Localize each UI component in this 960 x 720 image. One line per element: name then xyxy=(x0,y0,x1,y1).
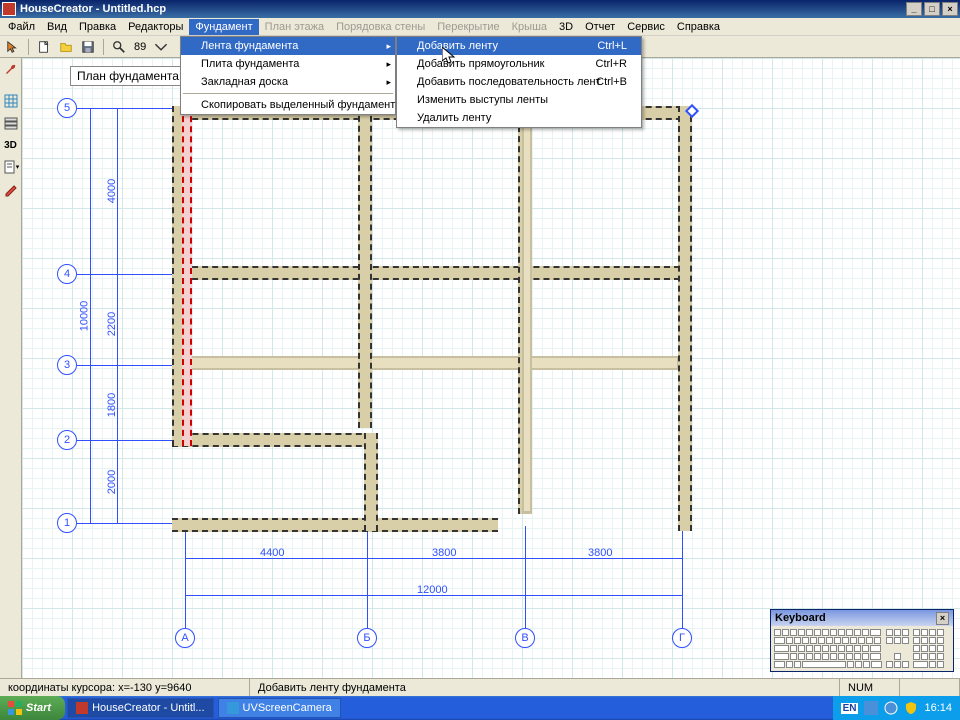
dim-label: 2200 xyxy=(106,312,118,336)
menu-roof[interactable]: Крыша xyxy=(506,19,553,35)
system-tray[interactable]: EN 16:14 xyxy=(833,696,960,720)
status-hint: Добавить ленту фундамента xyxy=(250,679,840,696)
menu-walls[interactable]: Порядовка стены xyxy=(330,19,431,35)
tray-icon[interactable] xyxy=(864,701,878,715)
dim-label: 12000 xyxy=(417,584,448,596)
taskbar-app-housecreator[interactable]: HouseCreator - Untitl... xyxy=(67,698,213,718)
menu-copy-foundation[interactable]: Скопировать выделенный фундамент xyxy=(181,96,395,114)
axis-label: Г xyxy=(672,628,692,648)
menu-board[interactable]: Закладная доска▸ xyxy=(181,73,395,91)
foundation-menu: Лента фундамента▸ Плита фундамента▸ Закл… xyxy=(180,36,396,115)
windows-flag-icon xyxy=(8,701,22,715)
clock[interactable]: 16:14 xyxy=(924,702,952,714)
axis-label: 3 xyxy=(57,355,77,375)
menu-view[interactable]: Вид xyxy=(41,19,73,35)
axis-label: В xyxy=(515,628,535,648)
wrench-icon[interactable] xyxy=(2,60,20,78)
close-button[interactable]: × xyxy=(942,2,958,16)
strip-submenu: Добавить лентуCtrl+L Добавить прямоуголь… xyxy=(396,36,642,128)
start-button[interactable]: Start xyxy=(0,696,65,720)
menu-add-rect[interactable]: Добавить прямоугольникCtrl+R xyxy=(397,55,641,73)
scale-dropdown-icon[interactable] xyxy=(152,38,170,56)
lang-indicator[interactable]: EN xyxy=(841,703,859,714)
dim-label: 1800 xyxy=(106,393,118,417)
menu-overlap[interactable]: Перекрытие xyxy=(431,19,505,35)
menu-file[interactable]: Файл xyxy=(2,19,41,35)
axis-label: 2 xyxy=(57,430,77,450)
start-label: Start xyxy=(26,702,51,714)
menu-strip-foundation[interactable]: Лента фундамента▸ xyxy=(181,37,395,55)
app-icon xyxy=(76,702,88,714)
open-file-icon[interactable] xyxy=(57,38,75,56)
keyboard-title-text: Keyboard xyxy=(775,612,826,624)
keyboard-titlebar[interactable]: Keyboard × xyxy=(771,610,953,626)
statusbar: координаты курсора: x=-130 y=9640 Добави… xyxy=(0,678,960,696)
menu-help[interactable]: Справка xyxy=(671,19,726,35)
taskbar: Start HouseCreator - Untitl... UVScreenC… xyxy=(0,696,960,720)
status-empty xyxy=(900,679,960,696)
grid-icon[interactable] xyxy=(2,92,20,110)
3d-text-icon[interactable]: 3D xyxy=(2,136,20,154)
keyboard-close-button[interactable]: × xyxy=(936,612,949,625)
axis-line xyxy=(77,108,187,109)
document-icon[interactable]: ▾ xyxy=(2,158,20,176)
axis-line xyxy=(77,365,187,366)
menu-report[interactable]: Отчет xyxy=(579,19,621,35)
axis-label: 4 xyxy=(57,264,77,284)
menu-floor[interactable]: План этажа xyxy=(259,19,330,35)
maximize-button[interactable]: □ xyxy=(924,2,940,16)
dim-label: 2000 xyxy=(106,470,118,494)
drawing-canvas[interactable]: План фундамента: 1 2 3 4 5 А Б В Г 10000… xyxy=(22,58,960,678)
window-title: HouseCreator - Untitled.hcp xyxy=(20,3,904,15)
axis-label: А xyxy=(175,628,195,648)
scale-value[interactable]: 89 xyxy=(132,41,148,53)
dim-label: 4000 xyxy=(106,179,118,203)
titlebar: HouseCreator - Untitled.hcp _ □ × xyxy=(0,0,960,18)
app-icon xyxy=(2,2,16,16)
keyboard-body xyxy=(771,626,953,671)
tool-palette: 3D ▾ xyxy=(0,58,22,678)
menu-add-sequence[interactable]: Добавить последовательность лентCtrl+B xyxy=(397,73,641,91)
menu-edit[interactable]: Правка xyxy=(73,19,122,35)
menu-plate-foundation[interactable]: Плита фундамента▸ xyxy=(181,55,395,73)
taskbar-app-uvscreen[interactable]: UVScreenCamera xyxy=(218,698,341,718)
axis-label: 5 xyxy=(57,98,77,118)
axis-line xyxy=(77,274,187,275)
menu-foundation[interactable]: Фундамент xyxy=(189,19,258,35)
menu-3d[interactable]: 3D xyxy=(553,19,579,35)
foundation-plan xyxy=(172,106,692,576)
layers-icon[interactable] xyxy=(2,114,20,132)
new-file-icon[interactable] xyxy=(35,38,53,56)
axis-line xyxy=(77,440,187,441)
zoom-tool-icon[interactable] xyxy=(110,38,128,56)
axis-line xyxy=(77,523,187,524)
save-file-icon[interactable] xyxy=(79,38,97,56)
minimize-button[interactable]: _ xyxy=(906,2,922,16)
app-icon xyxy=(227,702,239,714)
tray-icon[interactable] xyxy=(884,701,898,715)
axis-label: 1 xyxy=(57,513,77,533)
status-num: NUM xyxy=(840,679,900,696)
menu-add-strip[interactable]: Добавить лентуCtrl+L xyxy=(397,37,641,55)
pencil-icon[interactable] xyxy=(2,180,20,198)
menu-delete-strip[interactable]: Удалить ленту xyxy=(397,109,641,127)
arrow-tool-icon[interactable] xyxy=(4,38,22,56)
menu-editors[interactable]: Редакторы xyxy=(122,19,189,35)
keyboard-window[interactable]: Keyboard × xyxy=(770,609,954,672)
dim-label: 10000 xyxy=(78,301,90,332)
menubar: Файл Вид Правка Редакторы Фундамент План… xyxy=(0,18,960,36)
menu-change-strip[interactable]: Изменить выступы ленты xyxy=(397,91,641,109)
menu-service[interactable]: Сервис xyxy=(621,19,671,35)
shield-icon[interactable] xyxy=(904,701,918,715)
status-coords: координаты курсора: x=-130 y=9640 xyxy=(0,679,250,696)
axis-label: Б xyxy=(357,628,377,648)
plan-title: План фундамента: xyxy=(70,66,189,86)
